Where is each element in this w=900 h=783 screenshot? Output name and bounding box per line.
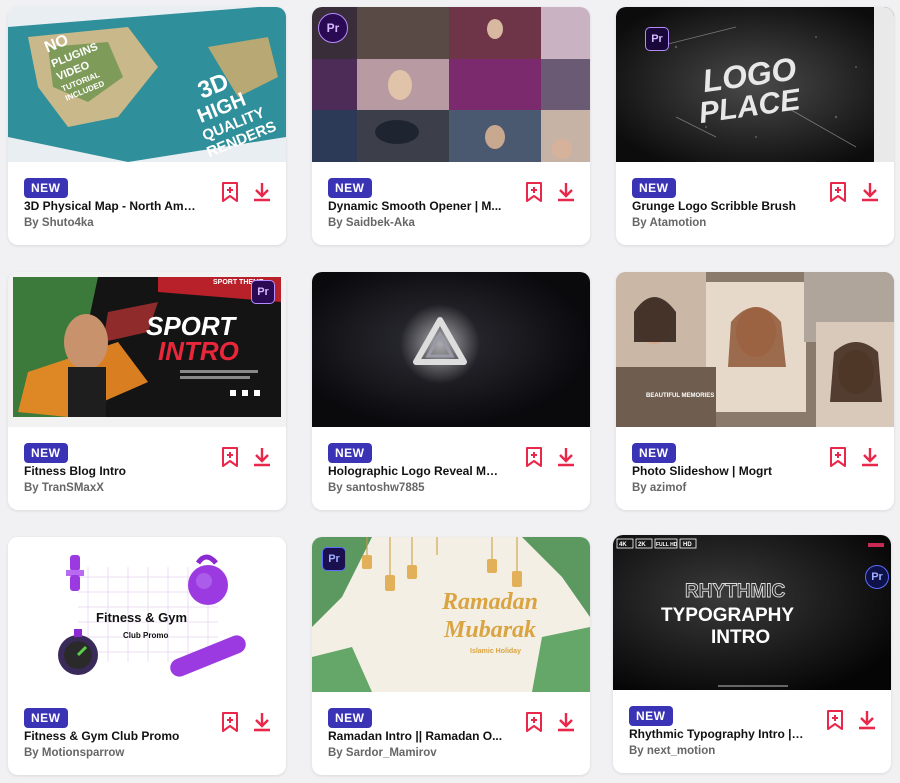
template-card[interactable]: NEW Holographic Logo Reveal Mo... By san…	[312, 272, 590, 510]
card-author[interactable]: By Sardor_Mamirov	[328, 747, 437, 759]
new-badge: NEW	[629, 706, 673, 726]
bookmark-add-icon[interactable]	[221, 711, 241, 733]
card-author[interactable]: By santoshw7885	[328, 482, 425, 494]
resolution-badge: FULL HD	[656, 542, 678, 548]
card-author[interactable]: By Shuto4ka	[24, 217, 94, 229]
thumbnail[interactable]	[312, 272, 590, 427]
new-badge: NEW	[328, 708, 372, 728]
card-title[interactable]: Photo Slideshow | Mogrt	[632, 464, 807, 478]
template-card[interactable]: Ramadan Mubarak Islamic Holiday Pr NEW R…	[312, 537, 590, 775]
thumbnail[interactable]: Ramadan Mubarak Islamic Holiday Pr	[312, 537, 590, 692]
new-badge: NEW	[24, 708, 68, 728]
card-title[interactable]: Fitness & Gym Club Promo	[24, 729, 199, 743]
card-title[interactable]: 3D Physical Map - North Ame...	[24, 199, 199, 213]
card-author[interactable]: By Saidbek-Aka	[328, 217, 415, 229]
download-icon[interactable]	[556, 711, 576, 733]
new-badge: NEW	[632, 443, 676, 463]
template-card[interactable]: 4K 2K FULL HD HD RHYTHMIC TYPOGRAPHY INT…	[613, 535, 891, 773]
resolution-badge: 4K	[619, 542, 627, 548]
template-card[interactable]: Pr NEW Dynamic Smooth Opener | M... By S…	[312, 7, 590, 245]
card-author[interactable]: By next_motion	[629, 745, 715, 757]
bookmark-add-icon[interactable]	[221, 446, 241, 468]
card-author[interactable]: By azimof	[632, 482, 686, 494]
thumb-text: BEAUTIFUL MEMORIES	[646, 393, 714, 399]
download-icon[interactable]	[860, 446, 880, 468]
resolution-badge: 2K	[638, 542, 646, 548]
download-icon[interactable]	[252, 446, 272, 468]
premiere-pro-badge: Pr	[865, 565, 889, 589]
thumbnail[interactable]: Fitness & Gym Club Promo	[8, 537, 286, 692]
thumb-text: INTRO	[711, 627, 770, 648]
thumbnail[interactable]: BEAUTIFUL MEMORIES	[616, 272, 894, 427]
card-author[interactable]: By Atamotion	[632, 217, 706, 229]
resolution-badge: HD	[683, 542, 692, 548]
thumb-text: Mubarak	[443, 617, 536, 643]
thumb-text: RHYTHMIC	[685, 581, 786, 602]
download-icon[interactable]	[857, 709, 877, 731]
thumb-text: Fitness & Gym	[96, 610, 187, 625]
thumbnail[interactable]: SPORT THEME SPORT INTRO Pr	[8, 272, 286, 427]
card-title[interactable]: Grunge Logo Scribble Brush	[632, 199, 807, 213]
bookmark-add-icon[interactable]	[829, 181, 849, 203]
download-icon[interactable]	[860, 181, 880, 203]
new-badge: NEW	[328, 443, 372, 463]
thumb-text: INTRO	[158, 336, 239, 366]
download-icon[interactable]	[252, 181, 272, 203]
bookmark-add-icon[interactable]	[525, 711, 545, 733]
thumb-text: Islamic Holiday	[470, 648, 521, 655]
thumbnail[interactable]: NO PLUGINS VIDEO TUTORIAL INCLUDED 3D HI…	[8, 7, 286, 162]
download-icon[interactable]	[556, 181, 576, 203]
card-title[interactable]: Rhythmic Typography Intro | ...	[629, 727, 804, 741]
card-title[interactable]: Dynamic Smooth Opener | M...	[328, 199, 503, 213]
new-badge: NEW	[24, 443, 68, 463]
new-badge: NEW	[328, 178, 372, 198]
card-title[interactable]: Fitness Blog Intro	[24, 464, 199, 478]
premiere-pro-badge: Pr	[251, 280, 275, 304]
bookmark-add-icon[interactable]	[829, 446, 849, 468]
premiere-pro-badge: Pr	[322, 547, 346, 571]
thumbnail[interactable]: Pr	[312, 7, 590, 162]
template-card[interactable]: BEAUTIFUL MEMORIES NEW Photo Slideshow |…	[616, 272, 894, 510]
template-card[interactable]: SPORT THEME SPORT INTRO Pr NEW Fitness B…	[8, 272, 286, 510]
bookmark-add-icon[interactable]	[221, 181, 241, 203]
card-title[interactable]: Ramadan Intro || Ramadan O...	[328, 729, 503, 743]
card-title[interactable]: Holographic Logo Reveal Mo...	[328, 464, 503, 478]
template-card[interactable]: LOGO PLACE Pr NEW Grunge Logo Scribble B…	[616, 7, 894, 245]
thumb-text: TYPOGRAPHY	[661, 605, 794, 626]
bookmark-add-icon[interactable]	[826, 709, 846, 731]
premiere-pro-badge: Pr	[645, 27, 669, 51]
card-author[interactable]: By TranSMaxX	[24, 482, 104, 494]
thumbnail[interactable]: 4K 2K FULL HD HD RHYTHMIC TYPOGRAPHY INT…	[613, 535, 891, 690]
download-icon[interactable]	[556, 446, 576, 468]
bookmark-add-icon[interactable]	[525, 446, 545, 468]
download-icon[interactable]	[252, 711, 272, 733]
thumbnail[interactable]: LOGO PLACE Pr	[616, 7, 894, 162]
thumb-text: Ramadan	[441, 589, 538, 615]
premiere-pro-badge: Pr	[318, 13, 348, 43]
bookmark-add-icon[interactable]	[525, 181, 545, 203]
new-badge: NEW	[24, 178, 68, 198]
thumb-text: Club Promo	[123, 631, 168, 640]
card-author[interactable]: By Motionsparrow	[24, 747, 124, 759]
new-badge: NEW	[632, 178, 676, 198]
template-card[interactable]: Fitness & Gym Club Promo NEW Fitness & G…	[8, 537, 286, 775]
template-card[interactable]: NO PLUGINS VIDEO TUTORIAL INCLUDED 3D HI…	[8, 7, 286, 245]
